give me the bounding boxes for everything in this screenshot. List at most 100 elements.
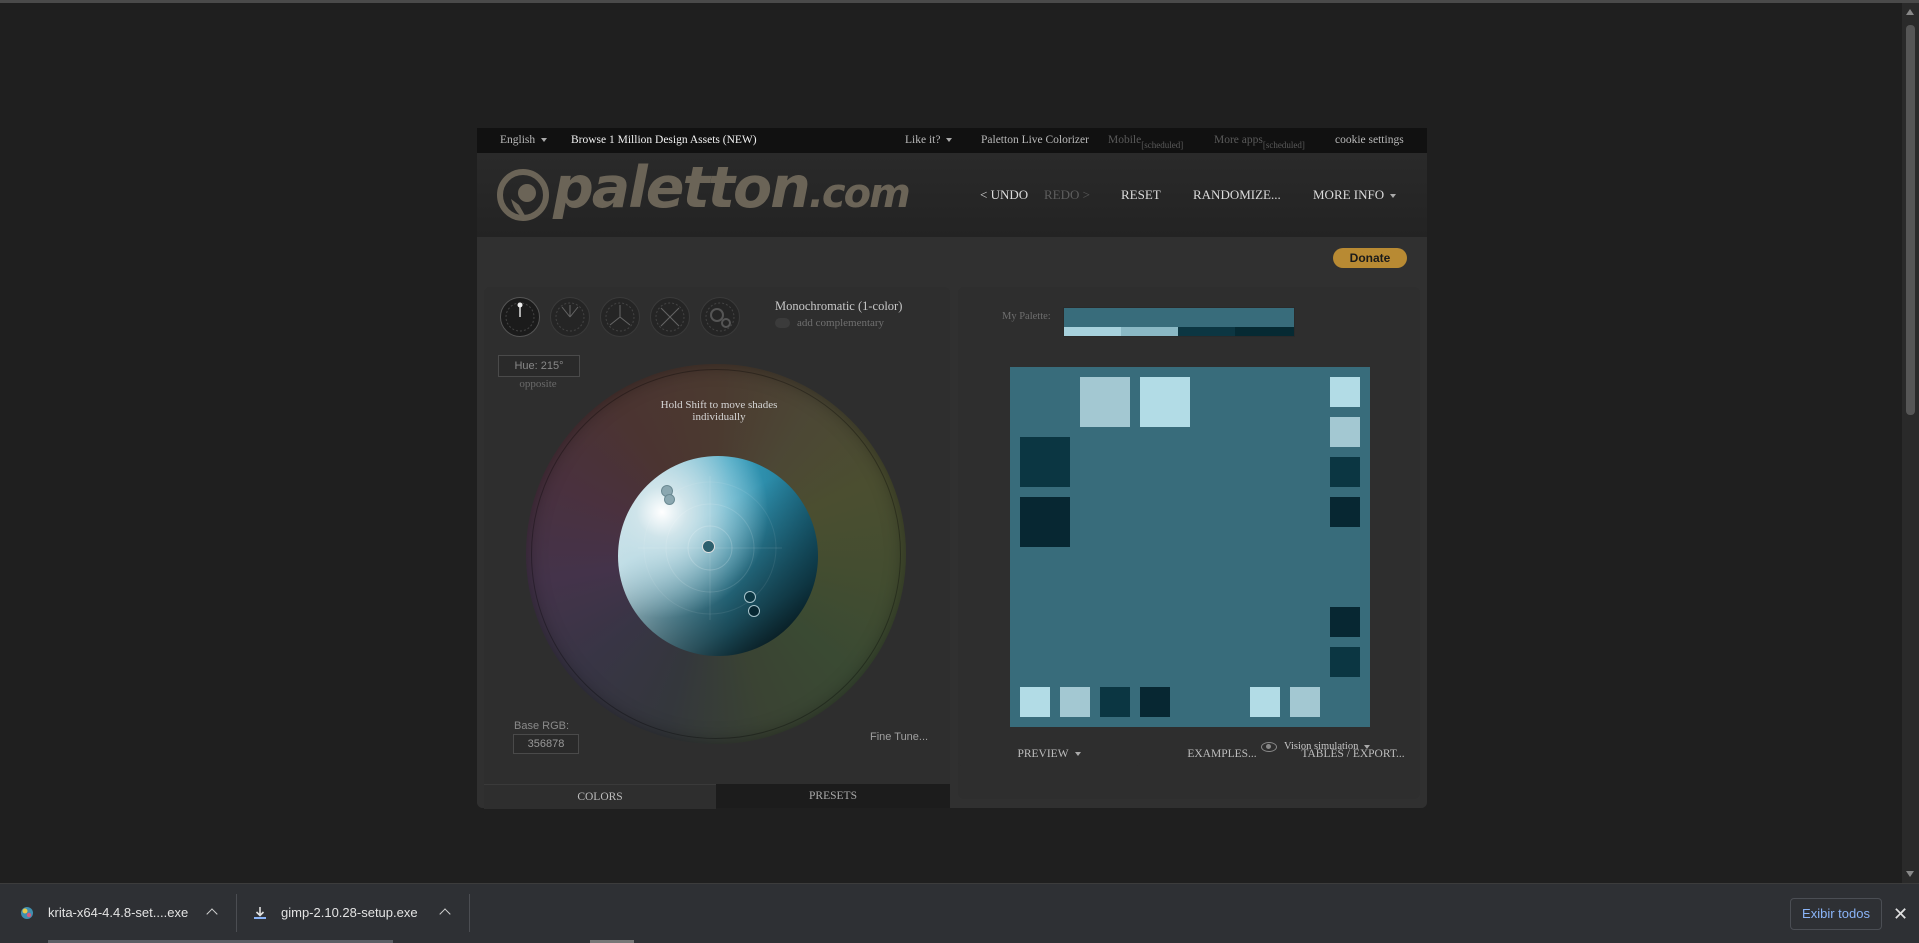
page-scrollbar[interactable] [1902, 3, 1919, 883]
tab-tables-export[interactable]: TABLES / EXPORT... [1283, 742, 1423, 766]
download-filename: gimp-2.10.28-setup.exe [281, 905, 418, 920]
base-rgb-label: Base RGB: [514, 720, 570, 732]
tab-colors[interactable]: COLORS [484, 784, 716, 809]
base-color-handle[interactable] [702, 540, 715, 553]
mobile-scheduled-tag: [scheduled] [1141, 140, 1184, 150]
download-item-gimp[interactable]: gimp-2.10.28-setup.exe [237, 884, 469, 940]
mono-mode-icon[interactable] [500, 297, 540, 337]
dial-icon [605, 302, 635, 332]
tab-preview-label: PREVIEW [1017, 748, 1069, 760]
gear-icon [705, 302, 735, 332]
download-item-krita[interactable]: krita-x64-4.4.8-set....exe [0, 884, 236, 940]
language-label: English [500, 134, 536, 146]
paletton-logo-text[interactable]: paletton.com [553, 155, 911, 221]
preview-swatch[interactable] [1020, 687, 1050, 717]
scroll-thumb[interactable] [1906, 25, 1915, 415]
top-bar: English Browse 1 Million Design Assets (… [477, 128, 1427, 153]
show-all-button[interactable]: Exibir todos [1790, 898, 1882, 930]
paletton-app: English Browse 1 Million Design Assets (… [477, 128, 1427, 809]
caret-down-icon [946, 138, 953, 143]
like-it-menu[interactable]: Like it? [905, 134, 953, 146]
preview-swatch[interactable] [1330, 377, 1360, 407]
chevron-up-icon[interactable] [206, 908, 218, 920]
dial-icon [555, 302, 585, 332]
live-colorizer-link[interactable]: Paletton Live Colorizer [981, 134, 1089, 146]
krita-icon [21, 907, 33, 919]
palette-swatch [1178, 327, 1235, 336]
donate-button[interactable]: Donate [1333, 248, 1407, 268]
colors-panel: Monochromatic (1-color) add complementar… [484, 287, 950, 809]
download-icon [254, 907, 266, 919]
main-area: Donate Monochromatic (1-color) add compl… [477, 237, 1427, 809]
shade-handle-dark1[interactable] [744, 591, 756, 603]
preview-swatch[interactable] [1080, 377, 1130, 427]
fine-tune-button[interactable]: Fine Tune... [870, 731, 928, 743]
download-filename: krita-x64-4.4.8-set....exe [48, 905, 189, 920]
preview-canvas [1010, 367, 1370, 727]
toggle-switch[interactable] [775, 318, 790, 329]
language-selector[interactable]: English [500, 134, 548, 146]
mode-title: Monochromatic (1-color) [775, 299, 903, 313]
more-info-label: MORE INFO [1313, 187, 1385, 202]
divider [469, 894, 470, 932]
cookie-settings-link[interactable]: cookie settings [1335, 134, 1404, 146]
scroll-up-icon[interactable] [1906, 9, 1914, 15]
mobile-label: Mobile [1108, 134, 1142, 146]
caret-down-icon [1390, 194, 1397, 199]
close-icon[interactable]: ✕ [1893, 904, 1908, 925]
paletton-logo-icon [497, 169, 549, 221]
hue-input[interactable]: Hue: 215° [498, 355, 580, 377]
my-palette-label: My Palette: [1002, 311, 1051, 322]
tetrad-mode-icon[interactable] [650, 297, 690, 337]
palette-swatch [1064, 327, 1121, 336]
preview-swatch[interactable] [1250, 687, 1280, 717]
caret-down-icon [1074, 752, 1081, 757]
adjacent-mode-icon[interactable] [550, 297, 590, 337]
preview-swatch[interactable] [1140, 687, 1170, 717]
preview-panel: My Palette: Vision simulation [958, 287, 1420, 799]
undo-button[interactable]: < UNDO [980, 187, 1028, 203]
randomize-button[interactable]: RANDOMIZE... [1193, 187, 1281, 203]
preview-swatch[interactable] [1330, 497, 1360, 527]
tab-presets[interactable]: PRESETS [716, 784, 950, 808]
shade-handle-dark2[interactable] [748, 605, 760, 617]
tab-preview[interactable]: PREVIEW [958, 742, 1140, 766]
add-complementary-toggle[interactable]: add complementary [775, 317, 884, 329]
preview-swatch[interactable] [1060, 687, 1090, 717]
download-shelf: krita-x64-4.4.8-set....exe gimp-2.10.28-… [0, 883, 1919, 943]
preview-swatch[interactable] [1020, 437, 1070, 487]
chevron-up-icon[interactable] [439, 908, 451, 920]
preview-swatch[interactable] [1140, 377, 1190, 427]
base-rgb-input[interactable]: 356878 [513, 734, 579, 754]
preview-swatch[interactable] [1330, 647, 1360, 677]
preview-swatch[interactable] [1020, 497, 1070, 547]
triad-mode-icon[interactable] [600, 297, 640, 337]
reset-button[interactable]: RESET [1121, 187, 1161, 203]
dial-icon [505, 302, 535, 332]
palette-swatch [1121, 327, 1178, 336]
disc-grid [638, 476, 782, 620]
redo-button[interactable]: REDO > [1044, 187, 1090, 203]
palette-swatch [1235, 327, 1294, 336]
caret-down-icon [541, 138, 548, 143]
shade-handle-light2[interactable] [664, 494, 675, 505]
more-info-menu[interactable]: MORE INFO [1313, 187, 1397, 203]
preview-swatch[interactable] [1330, 607, 1360, 637]
more-apps-label: More apps [1214, 134, 1263, 146]
scroll-down-icon[interactable] [1906, 871, 1914, 877]
my-palette-strip[interactable] [1063, 307, 1295, 337]
browser-top-border [0, 0, 1919, 3]
like-it-label: Like it? [905, 134, 941, 146]
browse-assets-link[interactable]: Browse 1 Million Design Assets (NEW) [571, 134, 757, 146]
opposite-link[interactable]: opposite [498, 378, 578, 390]
preview-swatch[interactable] [1100, 687, 1130, 717]
logo-domain: .com [808, 171, 911, 217]
preview-swatch[interactable] [1290, 687, 1320, 717]
tab-examples[interactable]: EXAMPLES... [1157, 742, 1287, 766]
add-complementary-label: add complementary [797, 317, 885, 329]
preview-swatch[interactable] [1330, 417, 1360, 447]
preview-swatch[interactable] [1330, 457, 1360, 487]
free-style-mode-icon[interactable] [700, 297, 740, 337]
saturation-brightness-disc[interactable] [618, 456, 818, 656]
mobile-link: Mobile [scheduled] [1108, 134, 1183, 150]
